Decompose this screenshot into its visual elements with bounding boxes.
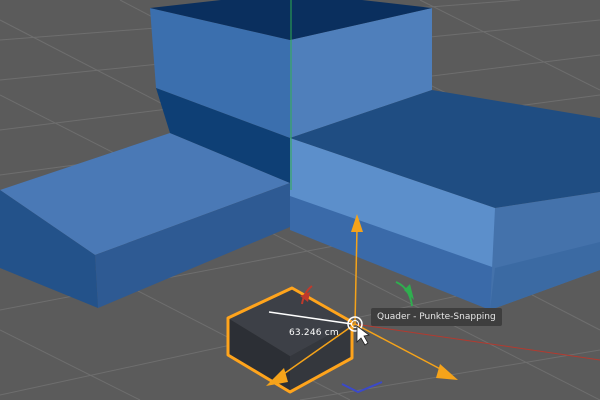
measurement-distance-label: 63.246 cm bbox=[289, 328, 339, 338]
snapping-tooltip: Quader - Punkte-Snapping bbox=[371, 308, 502, 326]
viewport-canvas[interactable] bbox=[0, 0, 600, 400]
3d-viewport[interactable]: 63.246 cm Quader - Punkte-Snapping bbox=[0, 0, 600, 400]
